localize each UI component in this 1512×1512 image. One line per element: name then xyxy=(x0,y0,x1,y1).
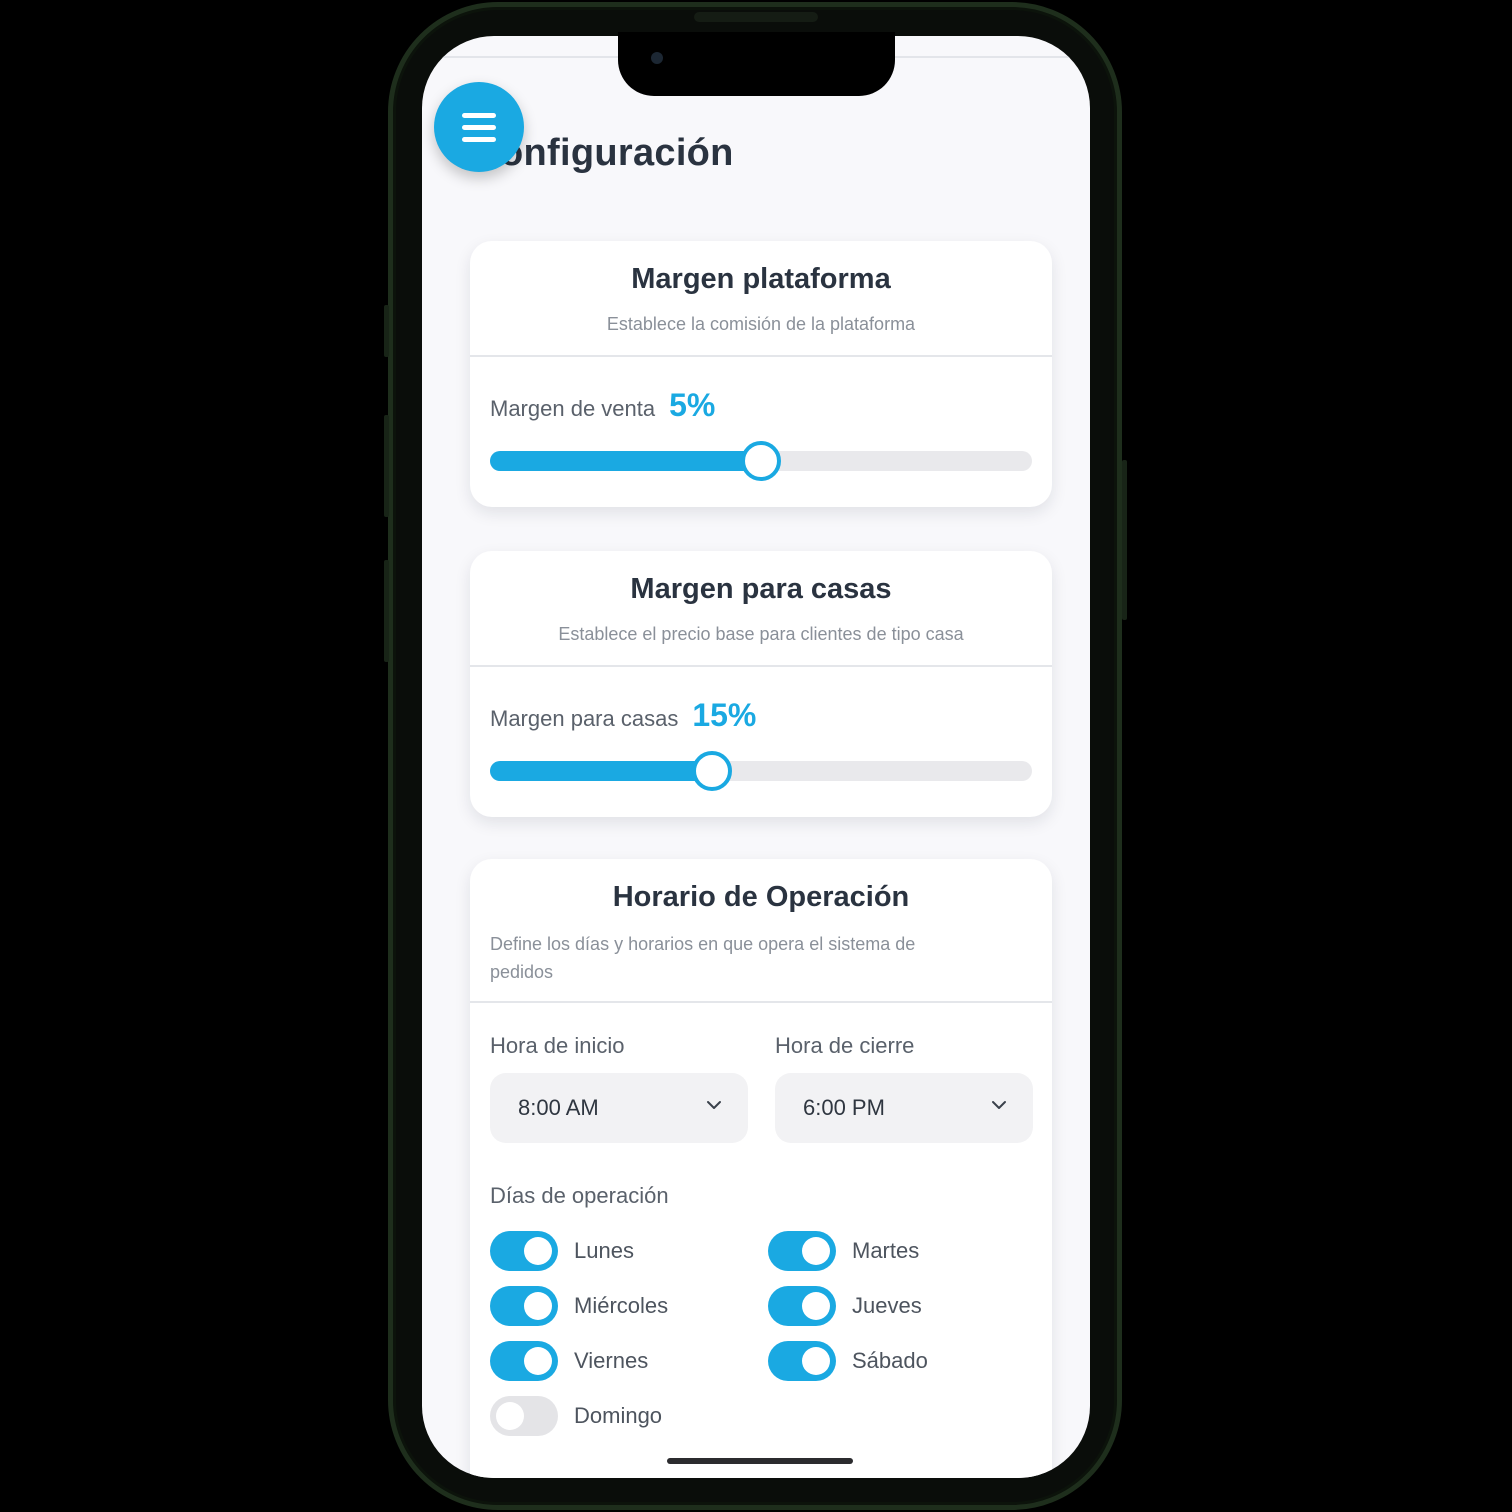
card-title: Margen para casas xyxy=(630,573,892,605)
day-toggle-lunes[interactable]: Lunes xyxy=(490,1231,634,1271)
menu-button[interactable] xyxy=(434,82,524,172)
day-toggle-martes[interactable]: Martes xyxy=(768,1231,919,1271)
day-label: Viernes xyxy=(574,1348,649,1373)
day-toggle-viernes[interactable]: Viernes xyxy=(490,1341,648,1381)
card-title: Horario de Operación xyxy=(612,881,910,913)
toggle-knob xyxy=(802,1237,830,1265)
card-header: Margen para casas Establece el precio ba… xyxy=(470,551,1052,667)
house-margin-card: Margen para casas Establece el precio ba… xyxy=(470,551,1052,817)
day-label: Domingo xyxy=(574,1403,663,1428)
slider-thumb[interactable] xyxy=(692,751,733,791)
card-title: Margen plataforma xyxy=(631,263,891,295)
card-header: Horario de Operación Define los días y h… xyxy=(470,859,1052,1003)
toggle-knob xyxy=(524,1237,552,1265)
card-subtitle: Establece el precio base para clientes d… xyxy=(558,624,964,644)
side-button xyxy=(1122,460,1127,620)
toggle-knob xyxy=(802,1347,830,1375)
schedule-card: Horario de Operación Define los días y h… xyxy=(470,859,1052,1478)
slider-value: 15% xyxy=(692,697,757,733)
end-time-label: Hora de cierre xyxy=(775,1033,915,1058)
select-value: 6:00 PM xyxy=(803,1095,885,1120)
toggle-knob xyxy=(524,1292,552,1320)
page-title: onfiguración xyxy=(500,132,734,174)
platform-margin-slider[interactable] xyxy=(490,441,1032,481)
start-time-select[interactable]: 8:00 AM xyxy=(490,1073,748,1143)
slider-row: Margen para casas 15% xyxy=(490,697,756,734)
hamburger-icon xyxy=(462,112,496,118)
home-indicator xyxy=(667,1458,853,1464)
toggle-switch[interactable] xyxy=(768,1231,836,1271)
end-time-select[interactable]: 6:00 PM xyxy=(775,1073,1033,1143)
start-time-label: Hora de inicio xyxy=(490,1033,625,1058)
toggle-switch[interactable] xyxy=(490,1286,558,1326)
slider-fill xyxy=(490,451,761,471)
hamburger-icon xyxy=(462,124,496,130)
toggle-switch[interactable] xyxy=(490,1341,558,1381)
card-header: Margen plataforma Establece la comisión … xyxy=(470,241,1052,357)
camera-icon xyxy=(651,52,663,64)
day-label: Miércoles xyxy=(574,1293,669,1318)
operation-days-label: Días de operación xyxy=(490,1183,669,1208)
platform-margin-card: Margen plataforma Establece la comisión … xyxy=(470,241,1052,507)
slider-value: 5% xyxy=(669,387,716,423)
toggle-knob xyxy=(802,1292,830,1320)
notch xyxy=(618,32,895,96)
card-subtitle: Establece la comisión de la plataforma xyxy=(606,314,916,334)
card-subtitle: Define los días y horarios en que opera … xyxy=(490,934,916,982)
toggle-knob xyxy=(524,1347,552,1375)
day-toggle-miercoles[interactable]: Miércoles xyxy=(490,1286,668,1326)
day-toggle-domingo[interactable]: Domingo xyxy=(490,1396,662,1436)
hamburger-icon xyxy=(462,136,496,142)
slider-label: Margen para casas xyxy=(490,706,679,731)
slider-fill xyxy=(490,761,713,781)
slider-row: Margen de venta 5% xyxy=(490,387,715,424)
toggle-switch[interactable] xyxy=(768,1341,836,1381)
slider-label: Margen de venta xyxy=(490,396,656,421)
toggle-switch[interactable] xyxy=(490,1231,558,1271)
day-toggle-jueves[interactable]: Jueves xyxy=(768,1286,922,1326)
day-label: Lunes xyxy=(574,1238,634,1263)
side-button xyxy=(384,560,389,662)
house-margin-slider[interactable] xyxy=(490,751,1032,791)
toggle-switch[interactable] xyxy=(490,1396,558,1436)
slider-thumb[interactable] xyxy=(741,441,781,481)
toggle-switch[interactable] xyxy=(768,1286,836,1326)
day-toggle-sabado[interactable]: Sábado xyxy=(768,1341,928,1381)
select-value: 8:00 AM xyxy=(518,1095,599,1120)
toggle-knob xyxy=(496,1402,524,1430)
chevron-down-icon xyxy=(992,1101,1006,1109)
side-button xyxy=(384,415,389,517)
day-label: Sábado xyxy=(852,1348,928,1373)
day-label: Jueves xyxy=(852,1293,922,1318)
chevron-down-icon xyxy=(707,1101,721,1109)
speaker-grille xyxy=(694,12,818,22)
screen: onfiguración Margen plataforma Establece… xyxy=(422,36,1090,1478)
side-button xyxy=(384,305,389,357)
day-label: Martes xyxy=(852,1238,920,1263)
